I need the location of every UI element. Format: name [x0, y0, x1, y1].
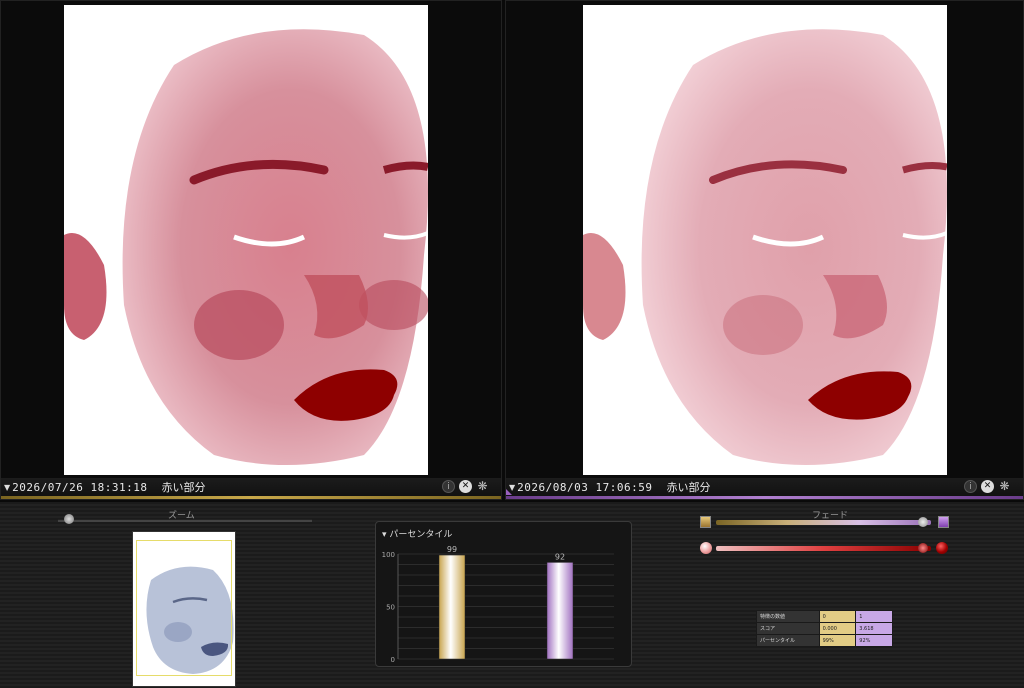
stats-value-a: 99% [818, 634, 857, 647]
fade-right-swatch[interactable] [938, 516, 949, 528]
stats-value-a: 0 [818, 610, 857, 623]
red-intensity-min-icon[interactable] [700, 542, 712, 554]
collapse-triangle-icon[interactable]: ▼ [4, 483, 10, 492]
chart-bar [546, 562, 574, 660]
zoom-slider-thumb[interactable] [64, 514, 74, 524]
left-analysis-label: 赤い部分 [161, 481, 206, 494]
table-row: パーセンタイル 99% 92% [756, 634, 893, 647]
close-icon[interactable]: ✕ [459, 480, 472, 493]
gear-icon[interactable]: ❋ [476, 480, 489, 493]
stats-key: 特徴の数値 [756, 610, 820, 623]
right-accent-line [506, 496, 1023, 499]
right-info-bar: ▼ 2026/08/03 17:06:59 赤い部分 i ✕ ❋ [506, 478, 1023, 496]
left-capture-date: 2026/07/26 18:31:18 [12, 480, 148, 494]
red-intensity-slider-track[interactable] [716, 546, 931, 551]
stats-table: 特徴の数値 0 1 スコア 0.000 3.618 パーセンタイル 99% 92… [756, 610, 893, 647]
bar-value-label: 92 [555, 552, 565, 561]
stats-value-b: 3.618 [855, 622, 893, 635]
stats-key: パーセンタイル [756, 634, 820, 647]
percentile-bar-chart: 0 50 100 99 92 [382, 545, 614, 664]
viewport-frame[interactable] [136, 540, 232, 676]
left-accent-line [1, 496, 501, 499]
info-icon[interactable]: i [442, 480, 455, 493]
stats-value-b: 1 [855, 610, 893, 623]
fade-left-swatch[interactable] [700, 516, 711, 528]
navigator-thumbnail[interactable] [132, 531, 236, 687]
stats-value-b: 92% [855, 634, 893, 647]
fade-slider-thumb[interactable] [918, 517, 928, 527]
right-face-image[interactable] [583, 5, 947, 475]
close-icon[interactable]: ✕ [981, 480, 994, 493]
y-tick-label: 100 [382, 551, 395, 559]
info-icon[interactable]: i [964, 480, 977, 493]
gear-icon[interactable]: ❋ [998, 480, 1011, 493]
left-face-image[interactable] [64, 5, 428, 475]
table-row: スコア 0.000 3.618 [756, 622, 893, 635]
right-image-viewer[interactable]: ▼ 2026/08/03 17:06:59 赤い部分 i ✕ ❋ [505, 0, 1024, 500]
left-image-viewer[interactable]: ▼ 2026/07/26 18:31:18 赤い部分 i ✕ ❋ [0, 0, 502, 500]
right-capture-date: 2026/08/03 17:06:59 [517, 480, 653, 494]
stats-key: スコア [756, 622, 820, 635]
y-tick-label: 50 [386, 604, 395, 612]
red-intensity-max-icon[interactable] [936, 542, 948, 554]
red-intensity-slider-thumb[interactable] [918, 543, 928, 553]
stats-value-a: 0.000 [818, 622, 857, 635]
zoom-slider-track[interactable] [58, 519, 312, 522]
percentile-panel: ▾ パーセンタイル 0 50 100 99 92 [375, 521, 632, 667]
corner-marker-icon [506, 489, 512, 495]
bar-value-label: 99 [447, 545, 457, 554]
right-analysis-label: 赤い部分 [666, 481, 711, 494]
fade-slider-track[interactable] [716, 520, 931, 525]
y-tick-label: 0 [391, 656, 395, 664]
table-row: 特徴の数値 0 1 [756, 610, 893, 623]
control-panel: ズーム ▾ パーセンタイル 0 50 100 99 92 フェード 特徴の数値 … [0, 502, 1024, 688]
left-info-bar: ▼ 2026/07/26 18:31:18 赤い部分 i ✕ ❋ [1, 478, 501, 496]
chart-bar [438, 554, 466, 660]
app-window: ▼ 2026/07/26 18:31:18 赤い部分 i ✕ ❋ ▼ 2026/… [0, 0, 1024, 688]
